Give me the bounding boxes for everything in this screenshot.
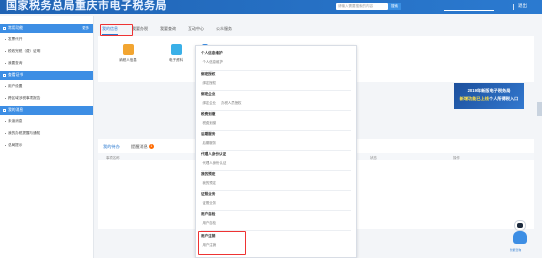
dropdown-group-title: 用户自检 — [201, 212, 216, 216]
dropdown-group: 代理人身份认证 代理人身份认证 — [201, 152, 301, 165]
banner-line2: 新增功能已上线个人所得税入口 — [454, 94, 524, 102]
dropdown-group: 证照业务 证照业务 — [201, 192, 301, 205]
robot-assistant[interactable]: 智能咨询 — [510, 220, 528, 254]
dropdown-item[interactable]: 税费划缴 — [201, 120, 301, 125]
tab-my-todo[interactable]: 我的待办 — [103, 144, 120, 150]
tab-interaction[interactable]: 互动中心 — [188, 26, 204, 35]
dropdown-item[interactable]: 绑定授权 — [201, 80, 301, 85]
highlight-box-cancel — [198, 231, 246, 255]
dropdown-item[interactable]: 我的预定 — [201, 180, 301, 185]
quick-item-label: 纳税人信息 — [119, 58, 137, 62]
divider — [201, 190, 351, 191]
dropdown-item[interactable]: 个人信息维护 — [201, 59, 301, 64]
dropdown-item[interactable]: 办税人员授权 — [221, 101, 241, 105]
sidebar-group-cert[interactable]: 查看证书 — [0, 71, 93, 80]
robot-label: 智能咨询 — [510, 248, 522, 252]
dropdown-item[interactable]: 代理人身份认证 — [201, 160, 301, 165]
search-input[interactable]: 请输入需要搜索的内容 — [336, 3, 388, 10]
dropdown-item[interactable]: 绑定企业 — [203, 101, 217, 105]
site-logo-title[interactable]: 国家税务总局重庆市电子税务局 — [6, 0, 167, 13]
robot-face — [517, 223, 523, 228]
banner-highlight: 新增功能已上线 — [459, 96, 489, 101]
divider — [201, 170, 351, 171]
function-icon — [3, 26, 6, 30]
dropdown-group-title: 绑定企业 — [201, 92, 216, 96]
divider — [201, 210, 351, 211]
dropdown-item[interactable]: 后期服务 — [201, 140, 301, 145]
sidebar-group-common[interactable]: 常用功能 更多 — [0, 24, 93, 33]
sidebar-item[interactable]: 税收完税（费）证明 — [0, 45, 93, 57]
dropdown-group-title: 绑定授权 — [201, 72, 216, 76]
tab-do-tax[interactable]: 我要办税 — [132, 26, 148, 35]
sidebar-item[interactable]: 我的办税提醒与通知 — [0, 127, 93, 139]
certificate-icon — [3, 73, 6, 77]
divider — [201, 90, 351, 91]
dropdown-group-title: 后期服务 — [201, 132, 216, 136]
divider — [201, 70, 351, 71]
divider — [201, 130, 351, 131]
dropdown-group: 后期服务 后期服务 — [201, 132, 301, 145]
dropdown-item[interactable]: 用户自检 — [201, 220, 301, 225]
dropdown-group-title: 证照业务 — [201, 192, 216, 196]
dropdown-group-title: 税费划缴 — [201, 112, 216, 116]
tab-query[interactable]: 我要查询 — [160, 26, 176, 35]
sidebar-group-messages[interactable]: 我的消息 — [0, 106, 93, 115]
dropdown-group: 用户自检 用户自检 — [201, 212, 301, 225]
dropdown-group-title: 我的预定 — [201, 172, 216, 176]
promo-banner[interactable]: 2019年新版电子税务局 新增功能已上线个人所得税入口 — [454, 83, 524, 109]
taxpayer-info-icon — [122, 44, 134, 55]
dropdown-item[interactable]: 证照业务 — [201, 200, 301, 205]
dropdown-group-title: 个人信息维护 — [201, 51, 223, 55]
column-header: 操作 — [453, 155, 460, 160]
divider — [201, 110, 351, 111]
unread-badge: 1 — [148, 144, 154, 150]
message-icon — [3, 108, 6, 112]
sidebar-group-title: 查看证书 — [8, 73, 24, 77]
side-collapse-handle[interactable] — [537, 102, 542, 116]
dropdown-group-title: 代理人身份认证 — [201, 152, 227, 156]
sidebar-group-title: 常用功能 — [8, 26, 24, 30]
quick-item-taxpayer-info[interactable]: 纳税人信息 — [112, 44, 144, 74]
search-button[interactable]: 搜索 — [388, 3, 401, 10]
dropdown-group: 个人信息维护 个人信息维护 — [201, 51, 301, 64]
left-sidebar: 常用功能 更多 发票代开 税收完税（费）证明 我要查询 查看证书 用户设置 跨区… — [0, 16, 94, 258]
my-info-dropdown: 个人信息维护 个人信息维护 绑定授权 绑定授权 绑定企业 绑定企业 办税人员授权 税费划… — [195, 45, 357, 258]
robot-icon — [514, 220, 526, 231]
robot-body — [513, 231, 527, 244]
logout-button[interactable]: 退出 — [518, 3, 527, 9]
column-header: 状态 — [370, 155, 377, 160]
tab-public-service[interactable]: 公众服务 — [216, 26, 232, 35]
sidebar-more-link[interactable]: 更多 — [82, 24, 89, 33]
header-divider — [513, 4, 514, 10]
sidebar-item[interactable]: 总局提示 — [0, 139, 93, 151]
top-header: 国家税务总局重庆市电子税务局 请输入需要搜索的内容 搜索 退出 — [0, 0, 542, 14]
dropdown-group: 我的预定 我的预定 — [201, 172, 301, 185]
banner-line3: 个人所得税入口 — [489, 96, 519, 101]
quick-item-label: 电子资料 — [169, 58, 183, 62]
tab-reminders-label: 提醒消息 — [131, 144, 148, 149]
user-name[interactable] — [444, 2, 494, 11]
e-docs-icon — [170, 44, 182, 55]
dropdown-group: 税费划缴 税费划缴 — [201, 112, 301, 125]
dropdown-item-row: 绑定企业 办税人员授权 — [201, 100, 301, 105]
sidebar-item[interactable]: 跨区域涉税事项报告 — [0, 92, 93, 104]
banner-line1: 2019年新版电子税务局 — [467, 88, 511, 93]
sidebar-item[interactable]: 未读消息 — [0, 115, 93, 127]
sidebar-item[interactable]: 我要查询 — [0, 57, 93, 69]
tab-reminders[interactable]: 提醒消息 1 — [131, 144, 154, 150]
sidebar-group-title: 我的消息 — [8, 108, 24, 112]
dropdown-group: 绑定授权 绑定授权 — [201, 72, 301, 85]
highlight-box-tab — [100, 24, 133, 36]
divider — [201, 150, 351, 151]
sidebar-item[interactable]: 发票代开 — [0, 33, 93, 45]
dropdown-group: 绑定企业 绑定企业 办税人员授权 — [201, 92, 301, 105]
quick-item-e-docs[interactable]: 电子资料 — [160, 44, 192, 74]
sidebar-item[interactable]: 用户设置 — [0, 80, 93, 92]
column-header: 事项名称 — [106, 155, 120, 160]
